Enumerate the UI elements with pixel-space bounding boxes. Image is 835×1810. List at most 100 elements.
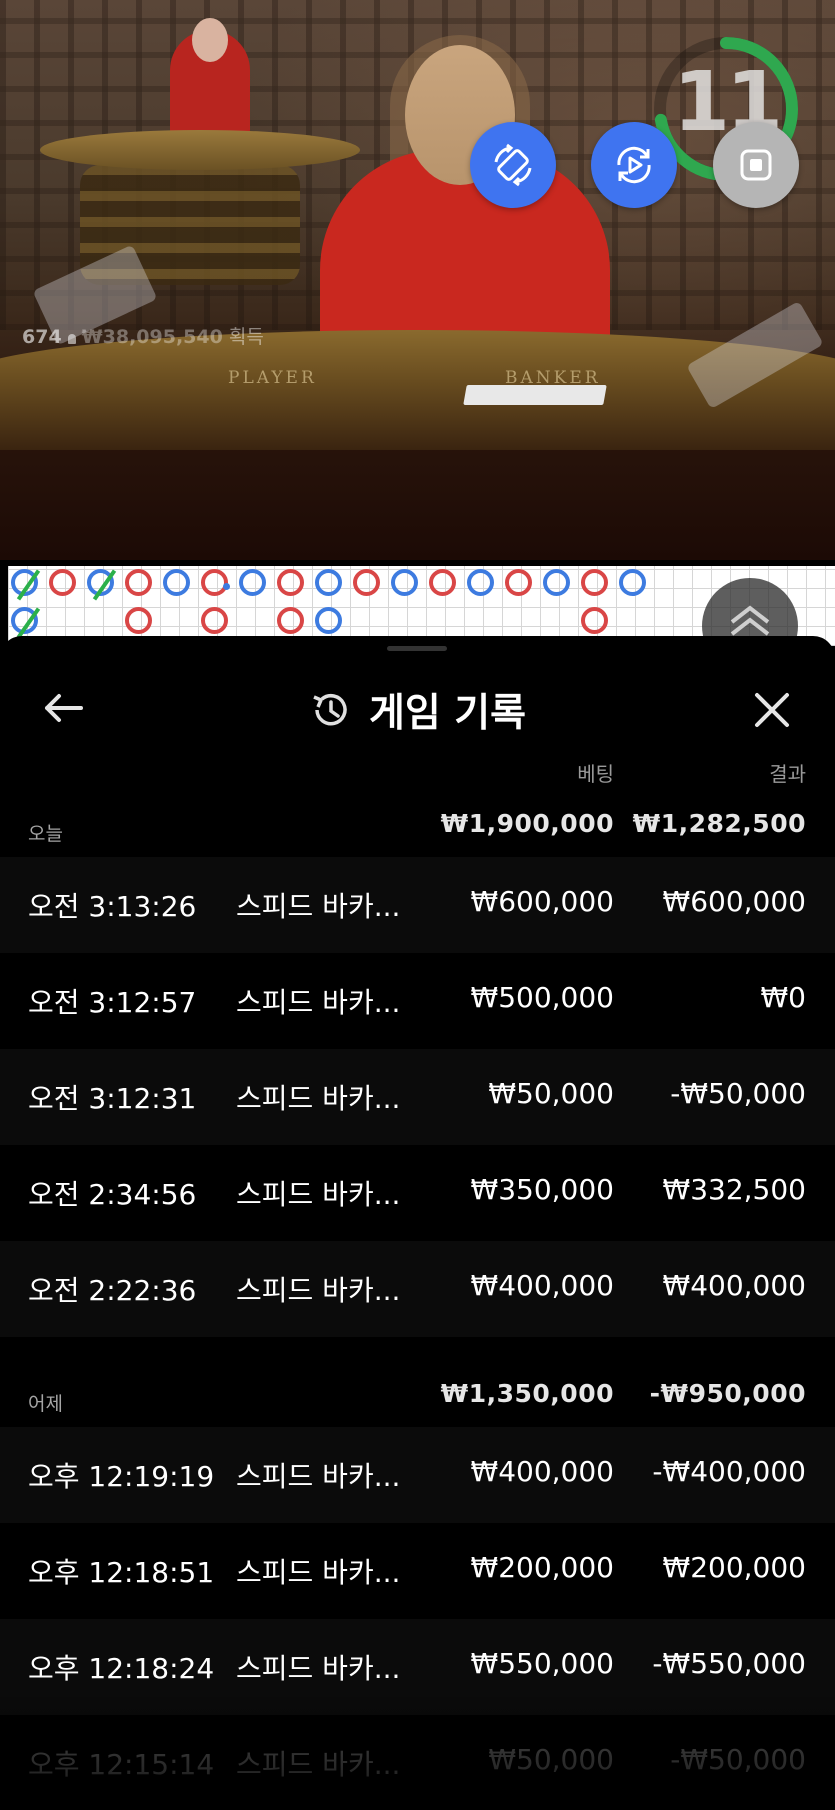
total-amount: ₩38,095,540 — [81, 326, 223, 348]
background-table — [40, 130, 360, 170]
history-row[interactable]: 오전 3:13:26 스피드 바카... ₩600,000 ₩600,000 — [0, 857, 835, 953]
section-summary: 어제 ₩1,350,000 -₩950,000 — [0, 1371, 835, 1423]
bet-amount: ₩400,000 — [470, 1455, 614, 1488]
bet-amount: ₩200,000 — [470, 1551, 614, 1584]
banker-bead — [125, 569, 152, 596]
pair-dot — [223, 583, 230, 590]
history-row[interactable]: 오후 12:18:24 스피드 바카... ₩550,000 -₩550,000 — [0, 1619, 835, 1715]
round-time: 오전 3:12:31 — [28, 1082, 197, 1115]
banker-bead — [201, 569, 230, 596]
bet-amount: ₩550,000 — [470, 1647, 614, 1680]
game-name: 스피드 바카... — [236, 1082, 401, 1115]
bet-amount: ₩500,000 — [470, 981, 614, 1014]
history-row[interactable]: 오전 2:34:56 스피드 바카... ₩350,000 ₩332,500 — [0, 1145, 835, 1241]
player-bead — [619, 569, 646, 596]
game-name: 스피드 바카... — [236, 890, 401, 923]
result-amount: -₩550,000 — [652, 1647, 806, 1680]
stop-button[interactable] — [713, 122, 799, 208]
result-amount: -₩50,000 — [670, 1743, 806, 1776]
banker-bead — [125, 607, 152, 634]
result-amount: ₩600,000 — [662, 885, 806, 918]
column-header-bet: 베팅 — [577, 762, 614, 786]
round-time: 오후 12:15:14 — [28, 1748, 215, 1781]
banker-bead — [353, 569, 380, 596]
page-title: 게임 기록 — [368, 691, 527, 736]
banker-bead — [581, 569, 608, 596]
bet-amount: ₩50,000 — [488, 1743, 614, 1776]
player-bead — [315, 569, 342, 596]
tie-mark — [16, 607, 41, 639]
game-name: 스피드 바카... — [236, 1652, 401, 1685]
result-amount: -₩400,000 — [652, 1455, 806, 1488]
player-bead — [239, 569, 266, 596]
player-count-info: 674 ₩38,095,540 획득 — [22, 322, 264, 349]
live-video: PLAYER BANKER 674 ₩38,095,540 획득 11 — [0, 0, 835, 560]
round-time: 오후 12:19:19 — [28, 1460, 215, 1493]
game-name: 스피드 바카... — [236, 1460, 401, 1493]
result-amount: ₩332,500 — [662, 1173, 806, 1206]
round-time: 오전 2:22:36 — [28, 1274, 197, 1307]
bet-amount: ₩600,000 — [470, 885, 614, 918]
result-amount: ₩400,000 — [662, 1269, 806, 1302]
bet-amount: ₩350,000 — [470, 1173, 614, 1206]
close-button[interactable] — [748, 686, 796, 734]
player-bead — [391, 569, 418, 596]
section-total-result: ₩1,282,500 — [632, 809, 806, 838]
game-name: 스피드 바카... — [236, 1556, 401, 1589]
history-row[interactable]: 오전 3:12:31 스피드 바카... ₩50,000 -₩50,000 — [0, 1049, 835, 1145]
player-bead — [543, 569, 570, 596]
game-name: 스피드 바카... — [236, 986, 401, 1019]
close-icon — [755, 693, 789, 727]
game-name: 스피드 바카... — [236, 1178, 401, 1211]
history-row[interactable]: 오후 12:15:14 스피드 바카... ₩50,000 -₩50,000 — [0, 1715, 835, 1810]
history-row[interactable]: 오후 12:19:19 스피드 바카... ₩400,000 -₩400,000 — [0, 1427, 835, 1523]
banker-bead — [49, 569, 76, 596]
video-rotate-icon — [617, 146, 651, 184]
video-rotate-button[interactable] — [591, 122, 677, 208]
player-bead — [163, 569, 190, 596]
person-icon — [67, 334, 76, 344]
result-amount: ₩200,000 — [662, 1551, 806, 1584]
bet-amount: ₩50,000 — [488, 1077, 614, 1110]
player-bead — [87, 569, 117, 601]
player-bead — [315, 607, 342, 634]
banker-bead — [277, 607, 304, 634]
round-time: 오후 12:18:24 — [28, 1652, 215, 1685]
dealt-cards — [463, 385, 607, 405]
player-bead — [11, 607, 41, 639]
round-time: 오후 12:18:51 — [28, 1556, 215, 1589]
panel-header: 게임 기록 — [0, 682, 835, 738]
game-name: 스피드 바카... — [236, 1274, 401, 1307]
history-row[interactable]: 오후 12:18:51 스피드 바카... ₩200,000 ₩200,000 — [0, 1523, 835, 1619]
section-total-bet: ₩1,350,000 — [440, 1379, 614, 1408]
result-amount: -₩50,000 — [670, 1077, 806, 1110]
banker-bead — [277, 569, 304, 596]
panel-grabber[interactable] — [387, 646, 447, 651]
round-time: 오전 3:13:26 — [28, 890, 197, 923]
banker-bead — [505, 569, 532, 596]
earn-label: 획득 — [228, 326, 264, 348]
rotate-icon — [494, 143, 532, 187]
section-total-bet: ₩1,900,000 — [440, 809, 614, 838]
section-summary: 오늘 ₩1,900,000 ₩1,282,500 — [0, 801, 835, 853]
player-bead — [11, 569, 41, 601]
player-count: 674 — [22, 326, 62, 348]
history-icon — [313, 693, 347, 726]
tie-mark — [92, 569, 117, 601]
banker-bead — [581, 607, 608, 634]
table-label-player: PLAYER — [228, 368, 317, 388]
game-history-panel: 게임 기록 베팅 결과 오늘 ₩1,900,000 ₩1,282,500 오전 3:1… — [0, 636, 835, 1810]
bet-amount: ₩400,000 — [470, 1269, 614, 1302]
section-total-result: -₩950,000 — [649, 1379, 806, 1408]
tie-mark — [16, 569, 41, 601]
round-time: 오전 2:34:56 — [28, 1178, 197, 1211]
banker-bead — [201, 607, 228, 634]
player-bead — [467, 569, 494, 596]
section-label: 어제 — [28, 1393, 63, 1415]
history-row[interactable]: 오전 2:22:36 스피드 바카... ₩400,000 ₩400,000 — [0, 1241, 835, 1337]
stop-icon — [740, 149, 772, 181]
column-header-result: 결과 — [769, 762, 806, 786]
rotate-button[interactable] — [470, 122, 556, 208]
round-time: 오전 3:12:57 — [28, 986, 197, 1019]
history-row[interactable]: 오전 3:12:57 스피드 바카... ₩500,000 ₩0 — [0, 953, 835, 1049]
